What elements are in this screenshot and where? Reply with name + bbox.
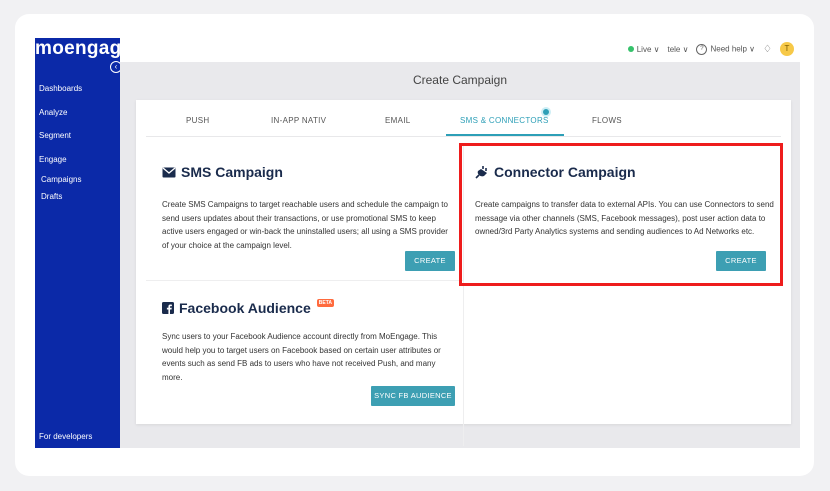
sidebar-item-dashboards[interactable]: Dashboards <box>39 84 82 93</box>
facebook-audience-title-text: Facebook Audience <box>179 300 311 316</box>
new-indicator-dot <box>543 109 549 115</box>
sidebar: moengage ‹ Dashboards Analyze Segment En… <box>35 38 132 448</box>
tab-flows[interactable]: FLOWS <box>592 116 622 125</box>
sms-campaign-title: SMS Campaign <box>162 164 283 180</box>
panel-divider-horizontal <box>146 280 464 281</box>
sms-campaign-panel: SMS Campaign Create SMS Campaigns to tar… <box>146 146 456 276</box>
sidebar-item-engage[interactable]: Engage <box>39 155 67 164</box>
sidebar-item-segment[interactable]: Segment <box>39 131 71 140</box>
live-status-icon <box>627 46 634 53</box>
facebook-audience-description: Sync users to your Facebook Audience acc… <box>162 332 441 382</box>
help-label: Need help ∨ <box>710 44 756 54</box>
facebook-audience-title: Facebook Audience BETA <box>162 299 334 316</box>
sms-campaign-title-text: SMS Campaign <box>181 164 283 180</box>
tab-in-app-native[interactable]: IN-APP NATIV <box>271 116 326 125</box>
active-tab-underline <box>446 134 564 136</box>
live-selector[interactable]: Live ∨ <box>627 44 660 54</box>
bell-icon[interactable]: ♢ <box>763 44 772 55</box>
logo: moengage <box>35 38 133 59</box>
tab-push[interactable]: PUSH <box>186 116 209 125</box>
sms-campaign-description: Create SMS Campaigns to target reachable… <box>162 200 448 250</box>
sms-create-button[interactable]: CREATE <box>405 251 455 271</box>
beta-badge: BETA <box>316 299 334 307</box>
campaign-tabs: PUSH IN-APP NATIV EMAIL SMS & CONNECTORS… <box>146 100 781 137</box>
workspace-selector[interactable]: tele ∨ <box>667 45 688 54</box>
help-menu[interactable]: ? Need help ∨ <box>696 43 756 55</box>
live-label: Live ∨ <box>636 44 660 54</box>
page-title: Create Campaign <box>412 73 508 87</box>
connector-highlight-box <box>459 143 783 286</box>
sidebar-subitem-campaigns[interactable]: Campaigns <box>41 175 81 184</box>
sidebar-subitem-drafts[interactable]: Drafts <box>41 192 62 201</box>
sidebar-item-analyze[interactable]: Analyze <box>39 108 67 117</box>
topbar-actions: Live ∨ tele ∨ ? Need help ∨ ♢ T <box>627 42 794 56</box>
tab-sms-connectors[interactable]: SMS & CONNECTORS <box>460 116 549 125</box>
tab-email[interactable]: EMAIL <box>385 116 411 125</box>
avatar[interactable]: T <box>780 42 794 56</box>
facebook-audience-panel: Facebook Audience BETA Sync users to your… <box>146 286 456 422</box>
envelope-icon <box>162 167 176 177</box>
sync-fb-audience-button[interactable]: SYNC FB AUDIENCE <box>371 386 455 406</box>
sidebar-item-for-developers[interactable]: For developers <box>39 432 92 441</box>
help-icon: ? <box>696 43 708 55</box>
facebook-icon <box>162 302 174 314</box>
topbar: Live ∨ tele ∨ ? Need help ∨ ♢ T <box>120 38 800 63</box>
